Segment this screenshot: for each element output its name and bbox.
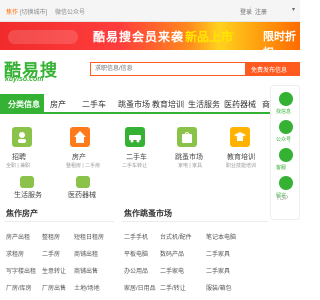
back-to-top-button[interactable]: TOP — [276, 196, 288, 202]
nav-all-categories[interactable]: 分类信息 — [0, 94, 44, 114]
category-label[interactable]: 医药器械 — [68, 190, 96, 200]
list-link[interactable]: 二手家具 — [206, 249, 230, 258]
float-label[interactable]: 公众号 — [276, 136, 291, 143]
list-link[interactable]: 二手/转让 — [160, 283, 186, 292]
category-label[interactable]: 二手车 — [126, 152, 147, 162]
list-link[interactable]: 厂房出售 — [42, 283, 66, 292]
category-label[interactable]: 招聘 — [12, 152, 26, 162]
list-link[interactable]: 写字楼出租 — [6, 266, 36, 275]
chevron-down-icon[interactable]: ▾ — [292, 6, 295, 13]
float-label[interactable]: 客服 — [276, 164, 286, 171]
list-link[interactable]: 服装/箱包 — [206, 283, 232, 292]
list-link[interactable]: 整租房 — [42, 232, 60, 241]
list-link[interactable]: 求租房 — [6, 249, 24, 258]
nav-item[interactable]: 房产 — [50, 99, 66, 110]
list-link[interactable]: 数码产品 — [160, 249, 184, 258]
category-sub[interactable]: 整租房 | 二手房 — [66, 162, 100, 169]
list-link[interactable]: 办公用品 — [124, 266, 148, 275]
switch-city-link[interactable]: [切换城市] — [20, 7, 47, 16]
market-bag-icon[interactable] — [177, 127, 197, 147]
list-link[interactable]: 商铺出售 — [74, 266, 98, 275]
list-link[interactable]: 二手家电 — [160, 266, 184, 275]
float-label[interactable]: 找信息 — [276, 108, 291, 115]
list-link[interactable]: 平板电脑 — [124, 249, 148, 258]
city-name: 焦作 — [6, 10, 19, 16]
divider — [4, 221, 114, 222]
wechat-link[interactable]: 微信公众号 — [55, 7, 85, 16]
service-icon[interactable] — [20, 176, 34, 188]
list-link[interactable]: 家居/日用品 — [124, 283, 156, 292]
list-link[interactable]: 二手家具 — [206, 266, 230, 275]
category-sub[interactable]: 职业技能培训 — [226, 162, 256, 169]
category-label[interactable]: 房产 — [72, 152, 86, 162]
list-link[interactable]: 短租日租房 — [74, 232, 104, 241]
category-sub[interactable]: 家电 | 家具 — [178, 162, 202, 169]
main-nav: 分类信息 房产 二手车 跳蚤市场 教育培训 生活服务 医药器械 商务 — [0, 94, 300, 114]
site-logo-domain: kuyiso.com — [5, 76, 44, 83]
search-icon[interactable] — [279, 92, 293, 106]
separator: | — [250, 7, 252, 13]
top-bar: 焦作 [切换城市] 微信公众号 登录 | 注册 ▾ — [0, 0, 300, 22]
car-icon[interactable] — [125, 127, 145, 147]
list-link[interactable]: 台式机/配件 — [160, 232, 192, 241]
list-link[interactable]: 厂房/库房 — [6, 283, 32, 292]
category-label[interactable]: 跳蚤市场 — [175, 152, 203, 162]
banner-cta[interactable]: 限时折扣 — [263, 28, 300, 50]
graduation-cap-icon[interactable] — [230, 127, 250, 147]
post-info-button[interactable]: 免费发布信息 — [245, 62, 300, 76]
list-link[interactable]: 房产出租 — [6, 232, 30, 241]
list-link[interactable]: 笔记本电脑 — [206, 232, 236, 241]
list-link[interactable]: 商铺出租 — [74, 249, 98, 258]
divider — [122, 221, 268, 222]
category-sub[interactable]: 二手车转让 — [122, 162, 147, 169]
nav-item[interactable]: 生活服务 — [188, 99, 220, 110]
job-icon[interactable] — [12, 127, 32, 147]
search-input[interactable] — [90, 62, 250, 76]
section-title-market[interactable]: 焦作跳蚤市场 — [124, 208, 172, 219]
banner-slogan: 酷易搜会员来袭 — [93, 30, 185, 44]
banner-online-text: 新品上市 — [185, 30, 234, 44]
section-title-house[interactable]: 焦作房产 — [6, 208, 38, 219]
house-icon[interactable] — [70, 127, 90, 147]
medical-icon[interactable] — [76, 176, 90, 188]
headset-icon[interactable] — [279, 148, 293, 162]
list-link[interactable]: 二手手机 — [124, 232, 148, 241]
nav-item[interactable]: 二手车 — [82, 99, 106, 110]
category-label[interactable]: 生活服务 — [14, 190, 42, 200]
message-icon[interactable] — [279, 176, 293, 190]
nav-item[interactable]: 医药器械 — [224, 99, 256, 110]
list-link[interactable]: 二手房 — [42, 249, 60, 258]
category-label[interactable]: 教育培训 — [227, 152, 255, 162]
category-sub[interactable]: 全职 | 兼职 — [6, 162, 30, 169]
wechat-icon[interactable] — [279, 120, 293, 134]
nav-item[interactable]: 跳蚤市场 — [118, 99, 150, 110]
promo-banner[interactable]: 酷易搜会员来袭 新品上市 限时折扣 — [0, 22, 300, 50]
list-link[interactable]: 土地/场地 — [74, 283, 100, 292]
register-link[interactable]: 注册 — [255, 7, 267, 16]
banner-decoration — [8, 30, 78, 44]
list-link[interactable]: 生意转让 — [42, 266, 66, 275]
nav-item[interactable]: 教育培训 — [152, 99, 184, 110]
